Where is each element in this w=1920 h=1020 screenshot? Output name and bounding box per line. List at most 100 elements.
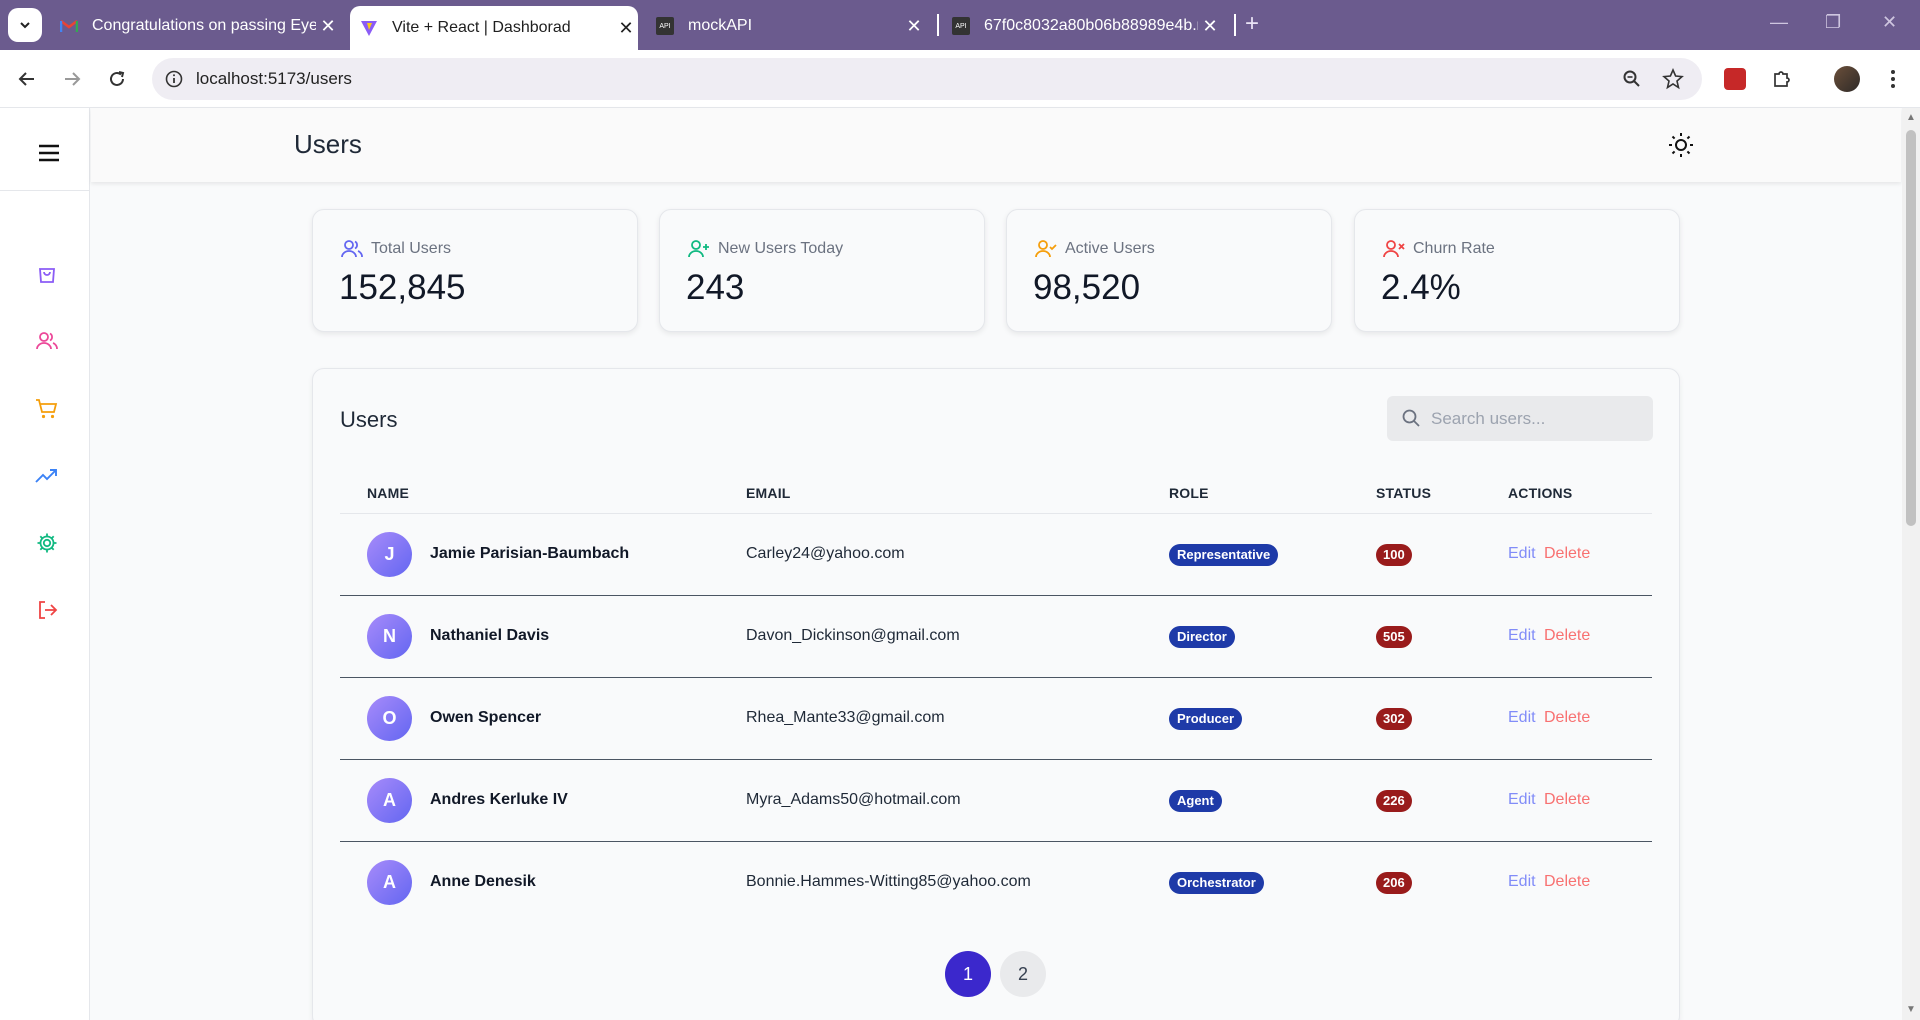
close-icon[interactable]: ✕ <box>614 18 638 39</box>
stat-value: 2.4% <box>1381 268 1461 307</box>
user-email: Davon_Dickinson@gmail.com <box>746 627 960 644</box>
status-badge: 206 <box>1376 872 1412 894</box>
puzzle-icon[interactable] <box>1769 66 1795 92</box>
scroll-down-icon[interactable]: ▼ <box>1906 1004 1916 1015</box>
user-email: Bonnie.Hammes-Witting85@yahoo.com <box>746 873 1031 890</box>
edit-button[interactable]: Edit <box>1508 873 1536 891</box>
extension-icon[interactable] <box>1722 66 1748 92</box>
site-info-icon[interactable] <box>162 67 186 91</box>
search-icon <box>1402 409 1420 427</box>
sidebar-item-logout[interactable] <box>33 596 61 624</box>
close-icon[interactable]: ✕ <box>1198 16 1222 37</box>
avatar: O <box>367 696 412 741</box>
sidebar-divider <box>0 190 90 191</box>
table-row: A Andres Kerluke IV Myra_Adams50@hotmail… <box>340 760 1652 842</box>
page-header: Users <box>91 108 1901 182</box>
close-window-button[interactable]: ✕ <box>1882 12 1897 33</box>
new-tab-button[interactable]: + <box>1245 10 1259 38</box>
delete-button[interactable]: Delete <box>1544 627 1590 645</box>
tab-title: Congratulations on passing Eye <box>92 17 316 34</box>
status-badge: 226 <box>1376 790 1412 812</box>
tab-gmail[interactable]: Congratulations on passing Eye ✕ <box>60 6 340 46</box>
profile-avatar[interactable] <box>1834 66 1860 92</box>
vite-icon <box>360 19 378 37</box>
stat-value: 243 <box>686 268 745 307</box>
reload-button[interactable] <box>102 64 132 94</box>
theme-toggle-button[interactable] <box>1666 130 1696 160</box>
edit-button[interactable]: Edit <box>1508 545 1536 563</box>
tab-divider <box>937 14 939 36</box>
zoom-icon[interactable] <box>1619 66 1645 92</box>
page-scrollbar[interactable]: ▲ ▼ <box>1902 108 1920 1020</box>
stat-card-churn-rate: Churn Rate 2.4% <box>1354 209 1680 332</box>
delete-button[interactable]: Delete <box>1544 545 1590 563</box>
scroll-up-icon[interactable]: ▲ <box>1906 112 1916 123</box>
user-name: Anne Denesik <box>430 873 536 890</box>
pagination-page-1[interactable]: 1 <box>945 951 991 997</box>
chevron-down-icon <box>20 22 30 29</box>
delete-button[interactable]: Delete <box>1544 709 1590 727</box>
sun-icon <box>1669 133 1693 157</box>
close-icon[interactable]: ✕ <box>316 16 340 37</box>
delete-button[interactable]: Delete <box>1544 791 1590 809</box>
trending-up-icon <box>35 469 57 483</box>
column-header-name: NAME <box>367 485 410 501</box>
role-badge: Director <box>1169 626 1235 648</box>
minimize-button[interactable]: — <box>1770 12 1788 33</box>
status-badge: 505 <box>1376 626 1412 648</box>
sidebar-item-settings[interactable] <box>33 529 61 557</box>
mockapi-icon: API <box>952 17 970 35</box>
browser-menu-icon[interactable] <box>1880 66 1906 92</box>
avatar: N <box>367 614 412 659</box>
sidebar-item-users[interactable] <box>33 327 61 355</box>
edit-button[interactable]: Edit <box>1508 627 1536 645</box>
stat-card-active-users: Active Users 98,520 <box>1006 209 1332 332</box>
user-email: Carley24@yahoo.com <box>746 545 905 562</box>
column-header-role: ROLE <box>1169 485 1209 501</box>
maximize-button[interactable]: ❐ <box>1825 12 1841 33</box>
address-bar[interactable]: localhost:5173/users <box>152 58 1702 100</box>
stat-card-total-users: Total Users 152,845 <box>312 209 638 332</box>
close-icon[interactable]: ✕ <box>902 16 926 37</box>
table-row: J Jamie Parisian-Baumbach Carley24@yahoo… <box>340 514 1652 596</box>
shopping-cart-icon <box>36 399 58 419</box>
stat-card-new-users: New Users Today 243 <box>659 209 985 332</box>
back-button[interactable] <box>12 64 42 94</box>
column-header-actions: ACTIONS <box>1508 485 1573 501</box>
user-x-icon <box>1383 240 1405 258</box>
shopping-bag-icon <box>39 268 55 283</box>
table-row: A Anne Denesik Bonnie.Hammes-Witting85@y… <box>340 842 1652 924</box>
forward-button[interactable] <box>57 64 87 94</box>
pagination-page-2[interactable]: 2 <box>1000 951 1046 997</box>
tab-mockapi[interactable]: API mockAPI ✕ <box>656 6 926 46</box>
user-name: Andres Kerluke IV <box>430 791 568 808</box>
tab-dashboard[interactable]: Vite + React | Dashborad ✕ <box>350 6 638 50</box>
tab-search-button[interactable] <box>8 8 42 42</box>
logout-icon <box>39 601 58 619</box>
scrollbar-thumb[interactable] <box>1906 130 1916 526</box>
avatar: A <box>367 778 412 823</box>
edit-button[interactable]: Edit <box>1508 791 1536 809</box>
sidebar-item-analytics[interactable] <box>33 462 61 490</box>
table-row: N Nathaniel Davis Davon_Dickinson@gmail.… <box>340 596 1652 678</box>
tab-mockapi-endpoint[interactable]: API 67f0c8032a80b06b88989e4b.m ✕ <box>952 6 1222 46</box>
user-email: Rhea_Mante33@gmail.com <box>746 709 945 726</box>
tab-divider <box>1234 14 1236 36</box>
page-title: Users <box>294 129 362 159</box>
edit-button[interactable]: Edit <box>1508 709 1536 727</box>
column-header-email: EMAIL <box>746 485 791 501</box>
search-box[interactable] <box>1387 396 1653 441</box>
users-icon <box>36 332 58 350</box>
users-table-card: Users NAME EMAIL ROLE STATUS ACTIONS J J… <box>312 368 1680 1020</box>
sidebar-item-orders[interactable] <box>33 395 61 423</box>
menu-icon <box>39 144 59 162</box>
search-input[interactable] <box>1431 396 1641 441</box>
url-text: localhost:5173/users <box>196 69 352 88</box>
delete-button[interactable]: Delete <box>1544 873 1590 891</box>
hamburger-menu-button[interactable] <box>34 138 64 168</box>
sidebar-item-products[interactable] <box>33 260 61 288</box>
users-icon <box>341 240 363 258</box>
stat-value: 152,845 <box>339 268 466 307</box>
bookmark-star-icon[interactable] <box>1660 66 1686 92</box>
stat-label: Total Users <box>371 240 452 257</box>
